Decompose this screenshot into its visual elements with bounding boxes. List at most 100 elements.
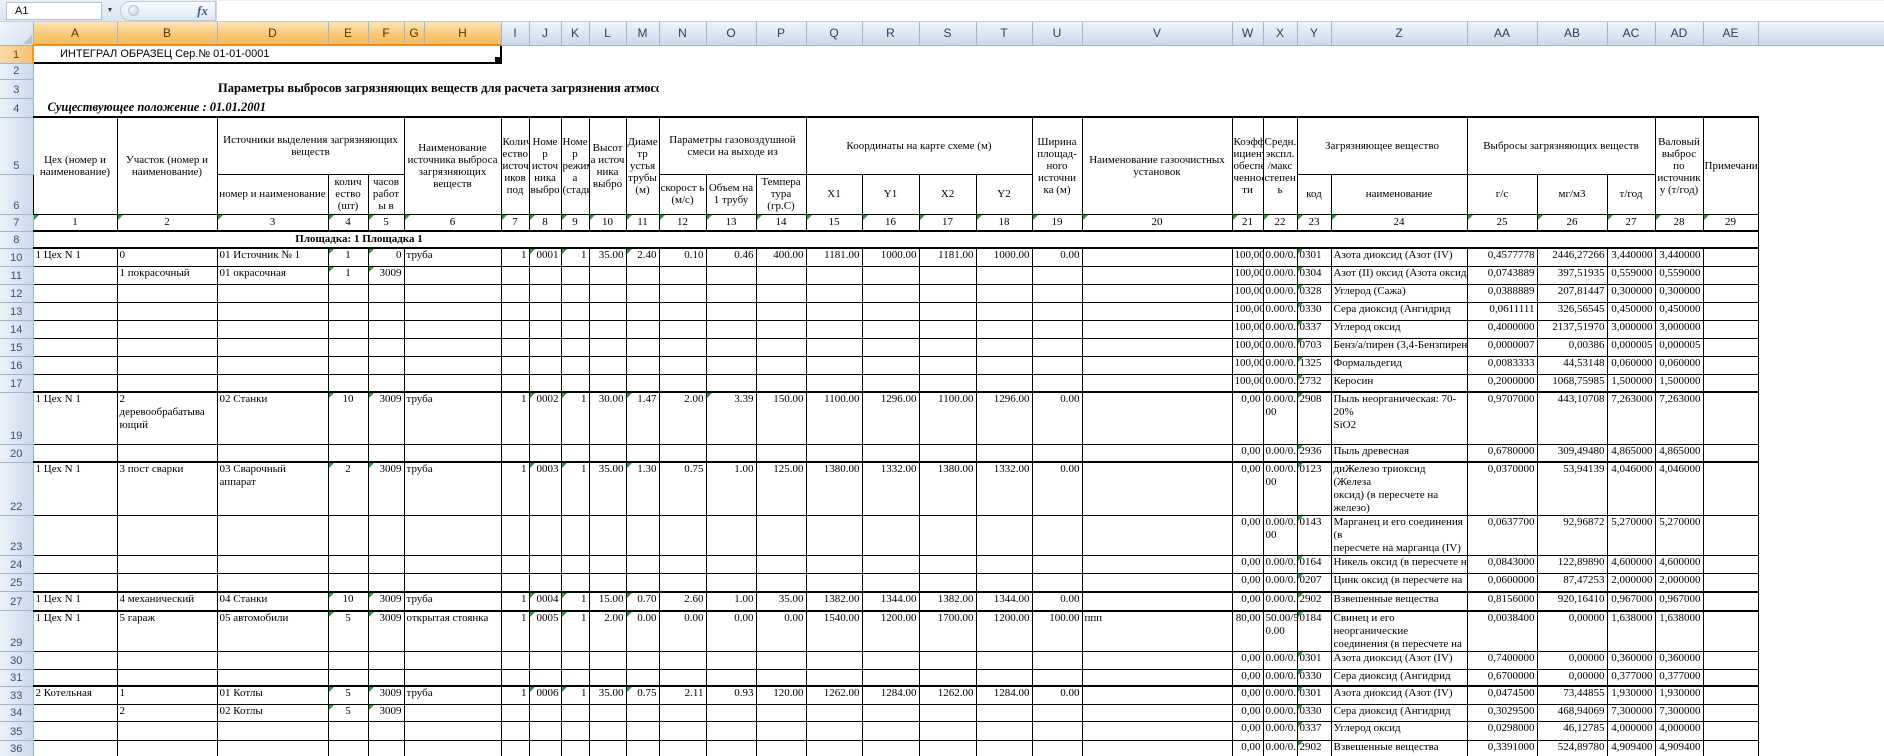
cell[interactable]: 35.00 — [589, 248, 626, 266]
cell[interactable] — [33, 574, 117, 592]
cell[interactable]: 0,360000 — [1655, 651, 1703, 669]
cell[interactable]: г/с — [1467, 174, 1537, 214]
cell[interactable] — [501, 284, 529, 302]
cell[interactable]: 0,4000000 — [1467, 320, 1537, 338]
cell[interactable]: 0,0038400 — [1467, 611, 1537, 652]
cell[interactable]: 0,0298000 — [1467, 721, 1537, 740]
cell[interactable]: 11 — [626, 214, 659, 231]
cell[interactable]: Пыль неорганическая: 70-20% SiO2 — [1331, 392, 1467, 444]
column-header-K[interactable]: K — [561, 22, 589, 45]
cell[interactable]: 0,0474500 — [1467, 686, 1537, 704]
cell[interactable] — [1082, 338, 1232, 356]
cell[interactable]: 24 — [1331, 214, 1467, 231]
cell[interactable]: мг/м3 — [1537, 174, 1607, 214]
cell[interactable] — [806, 374, 862, 392]
cell[interactable]: 0.00 — [706, 611, 756, 652]
cell[interactable]: 1 — [117, 686, 217, 704]
cell[interactable]: Взвешенные вещества — [1331, 740, 1467, 756]
row-header-2[interactable]: 2 — [0, 63, 33, 79]
cell[interactable]: X2 — [919, 174, 976, 214]
cell[interactable] — [1758, 117, 1884, 214]
cell[interactable]: труба — [404, 686, 501, 704]
cell[interactable] — [976, 721, 1032, 740]
cell[interactable] — [1703, 444, 1758, 462]
cell[interactable] — [589, 356, 626, 374]
cell[interactable]: 10 — [328, 392, 368, 444]
cell[interactable] — [1082, 266, 1232, 284]
cell[interactable] — [404, 669, 501, 686]
cell[interactable]: Темпера тура (гр.С) — [756, 174, 806, 214]
row-header-7[interactable]: 7 — [0, 214, 33, 231]
cell[interactable] — [1032, 302, 1082, 320]
formula-input[interactable]: ИНТЕГРАЛ ОБРАЗЕЦ Сер.№ 01-01-0001 — [216, 1, 1884, 21]
cell[interactable]: 1181.00 — [919, 248, 976, 266]
cell[interactable] — [756, 374, 806, 392]
cell[interactable]: 100,00 — [1232, 266, 1263, 284]
cell[interactable] — [1703, 320, 1758, 338]
column-header-filler[interactable] — [1758, 22, 1884, 45]
cell[interactable] — [659, 574, 706, 592]
cell[interactable] — [33, 704, 117, 721]
cell[interactable] — [217, 356, 328, 374]
cell[interactable]: 20 — [1082, 214, 1232, 231]
cell[interactable]: 29 — [1703, 214, 1758, 231]
cell[interactable]: 0123 — [1297, 462, 1331, 516]
cell[interactable] — [976, 338, 1032, 356]
cell[interactable]: 05 автомобили — [217, 611, 328, 652]
cell[interactable]: 1 — [501, 686, 529, 704]
cell[interactable]: 0,0388889 — [1467, 284, 1537, 302]
column-header-G[interactable]: G — [404, 22, 424, 45]
cell[interactable]: 524,89780 — [1537, 740, 1607, 756]
cell[interactable]: 10 — [589, 214, 626, 231]
cell[interactable] — [919, 374, 976, 392]
cell[interactable] — [1032, 669, 1082, 686]
cell[interactable] — [862, 338, 919, 356]
cell[interactable]: 17 — [919, 214, 976, 231]
cell[interactable] — [561, 651, 589, 669]
cell[interactable] — [1082, 740, 1232, 756]
cell[interactable]: 0164 — [1297, 556, 1331, 574]
cell[interactable] — [529, 740, 561, 756]
cell[interactable] — [33, 740, 117, 756]
cell[interactable] — [659, 374, 706, 392]
cell[interactable]: 3009 — [368, 686, 404, 704]
cell[interactable] — [328, 374, 368, 392]
cell[interactable]: 1,638000 — [1607, 611, 1655, 652]
cell[interactable] — [217, 516, 328, 556]
cell[interactable]: 0,6780000 — [1467, 444, 1537, 462]
cell[interactable] — [1758, 320, 1884, 338]
cell[interactable] — [806, 574, 862, 592]
cell[interactable]: 0.00/0. — [1263, 338, 1297, 356]
cell[interactable] — [501, 574, 529, 592]
cell[interactable]: 3,440000 — [1607, 248, 1655, 266]
cell[interactable] — [529, 704, 561, 721]
cell[interactable] — [501, 338, 529, 356]
cell[interactable]: 4,600000 — [1607, 556, 1655, 574]
cell[interactable] — [589, 266, 626, 284]
cell[interactable]: 0.93 — [706, 686, 756, 704]
cell[interactable]: Взвешенные вещества — [1331, 592, 1467, 611]
cell[interactable]: 1.00 — [706, 462, 756, 516]
cell[interactable]: 92,96872 — [1537, 516, 1607, 556]
cell[interactable]: 2,000000 — [1607, 574, 1655, 592]
cell[interactable] — [706, 704, 756, 721]
cell[interactable] — [976, 574, 1032, 592]
cell[interactable]: 1.30 — [626, 462, 659, 516]
cell[interactable]: 0.00/0. 00 — [1263, 516, 1297, 556]
cell[interactable] — [862, 669, 919, 686]
cell[interactable] — [589, 374, 626, 392]
cell[interactable] — [806, 302, 862, 320]
cell[interactable]: 0,967000 — [1607, 592, 1655, 611]
cell[interactable] — [1082, 574, 1232, 592]
cell[interactable] — [1758, 266, 1884, 284]
cell[interactable] — [1703, 356, 1758, 374]
cell[interactable] — [328, 651, 368, 669]
row-header-11[interactable]: 11 — [0, 266, 33, 284]
cell[interactable]: 0.75 — [626, 686, 659, 704]
cell[interactable]: 0.00/0. — [1263, 721, 1297, 740]
row-header-1[interactable]: 1 — [0, 45, 33, 63]
cell[interactable] — [976, 320, 1032, 338]
cell[interactable] — [561, 444, 589, 462]
column-header-J[interactable]: J — [529, 22, 561, 45]
cell[interactable] — [328, 669, 368, 686]
